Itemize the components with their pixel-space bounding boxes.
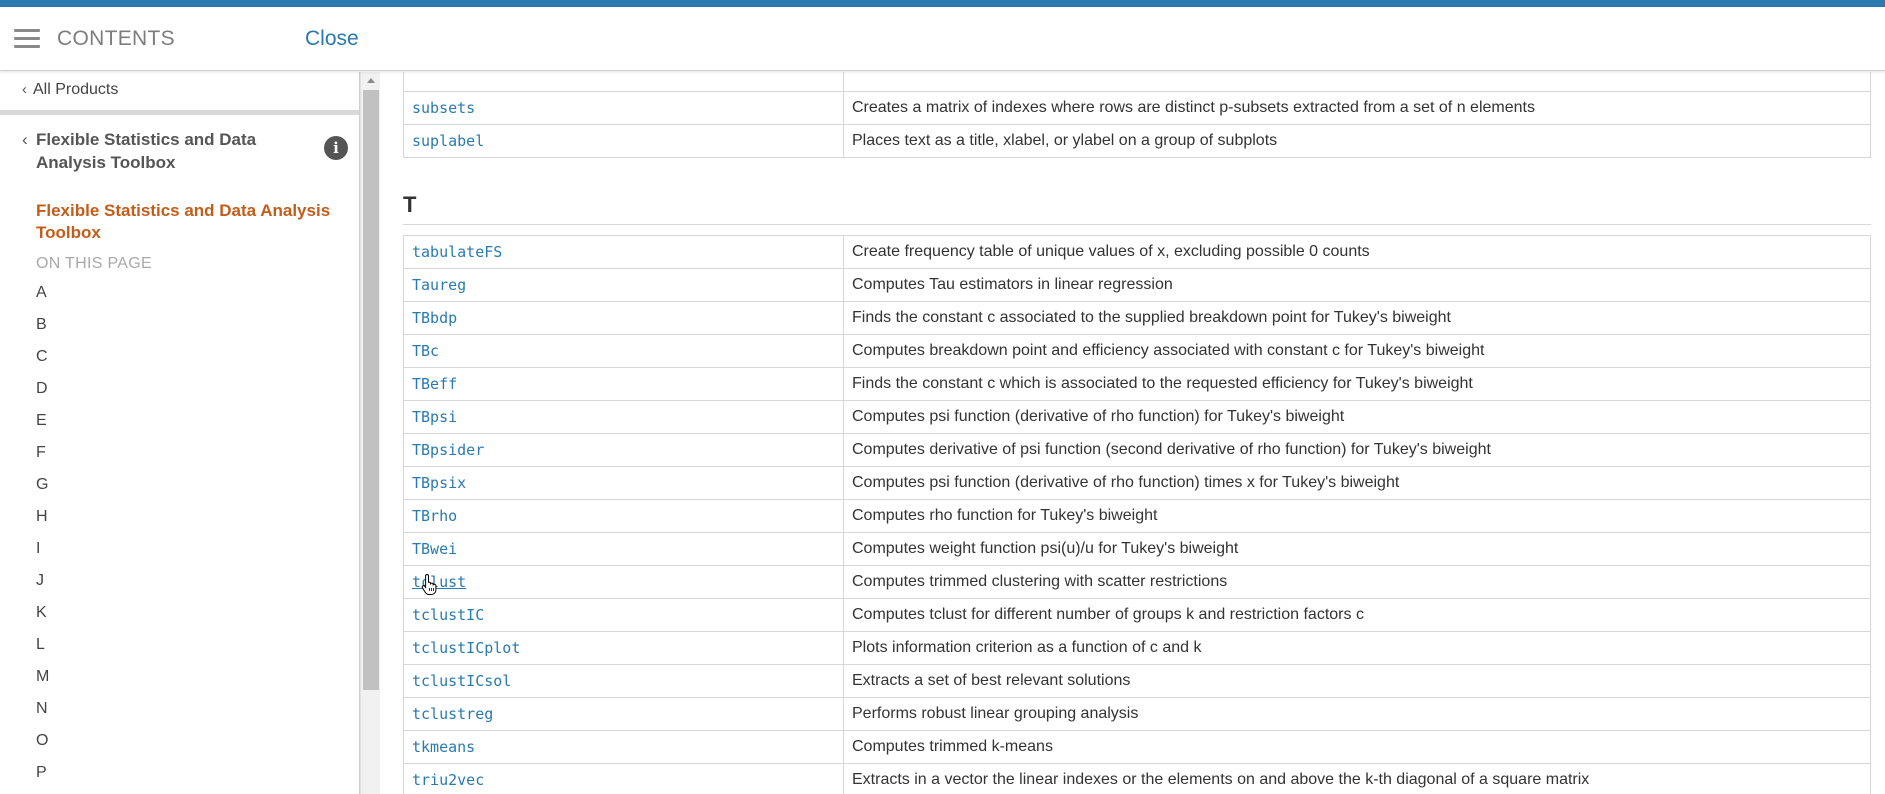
letter-link-c[interactable]: C: [36, 346, 49, 378]
letter-link-i[interactable]: I: [36, 538, 49, 570]
function-description: Extracts in a vector the linear indexes …: [843, 763, 1871, 794]
function-description: Computes trimmed clustering with scatter…: [843, 565, 1871, 599]
letter-link-a[interactable]: A: [36, 282, 49, 314]
letter-index: A B C D E F G H I J K L M N O P: [36, 282, 49, 794]
function-link[interactable]: TBeff: [412, 375, 457, 393]
function-description: Creates a matrix of indexes where rows a…: [843, 91, 1871, 125]
table-row: TBwei Computes weight function psi(u)/u f…: [403, 532, 1871, 566]
letter-link-e[interactable]: E: [36, 410, 49, 442]
info-icon[interactable]: i: [324, 136, 348, 160]
table-row: tabulateFS Create frequency table of uniq…: [403, 235, 1871, 269]
letter-link-h[interactable]: H: [36, 506, 49, 538]
function-description: Computes tclust for different number of …: [843, 598, 1871, 632]
toolbox-heading-label: Flexible Statistics and Data Analysis To…: [36, 130, 257, 172]
contents-title: CONTENTS: [57, 27, 175, 50]
letter-link-d[interactable]: D: [36, 378, 49, 410]
hamburger-menu-icon[interactable]: [14, 29, 40, 49]
function-description: Computes breakdown point and efficiency …: [843, 334, 1871, 368]
function-description: Computes Tau estimators in linear regres…: [843, 268, 1871, 302]
table-row: [403, 72, 1871, 92]
header: CONTENTS Close: [0, 7, 1885, 71]
function-link[interactable]: TBpsi: [412, 408, 457, 426]
sidebar-divider: [0, 110, 359, 115]
close-link[interactable]: Close: [305, 27, 359, 51]
function-description: Plots information criterion as a functio…: [843, 631, 1871, 665]
table-row: tkmeans Computes trimmed k-means: [403, 730, 1871, 764]
letter-link-g[interactable]: G: [36, 474, 49, 506]
all-products-link[interactable]: ‹ All Products: [22, 81, 118, 99]
function-description: Extracts a set of best relevant solution…: [843, 664, 1871, 698]
function-description: Computes psi function (derivative of rho…: [843, 400, 1871, 434]
toolbox-heading-link[interactable]: ‹ Flexible Statistics and Data Analysis …: [22, 128, 302, 174]
function-description: Create frequency table of unique values …: [843, 235, 1871, 269]
function-description: Computes rho function for Tukey's biweig…: [843, 499, 1871, 533]
letter-link-f[interactable]: F: [36, 442, 49, 474]
function-link[interactable]: TBwei: [412, 540, 457, 558]
all-products-label: All Products: [33, 81, 119, 98]
function-link[interactable]: tclustICplot: [412, 639, 520, 657]
function-table-s: subsets Creates a matrix of indexes wher…: [403, 72, 1871, 158]
letter-link-j[interactable]: J: [36, 570, 49, 602]
table-row: Taureg Computes Tau estimators in linear …: [403, 268, 1871, 302]
main-content: subsets Creates a matrix of indexes wher…: [380, 72, 1885, 794]
letter-link-l[interactable]: L: [36, 634, 49, 666]
scrollbar-thumb[interactable]: [363, 90, 379, 690]
on-this-page-label: ON THIS PAGE: [36, 255, 152, 272]
function-link[interactable]: TBrho: [412, 507, 457, 525]
function-description: Computes weight function psi(u)/u for Tu…: [843, 532, 1871, 566]
table-row: tclustICsol Extracts a set of best releva…: [403, 664, 1871, 698]
function-description: [843, 72, 1871, 92]
function-link[interactable]: triu2vec: [412, 771, 484, 789]
table-row: subsets Creates a matrix of indexes wher…: [403, 91, 1871, 125]
section-heading-t: T: [403, 192, 1871, 225]
function-link[interactable]: tclustreg: [412, 705, 493, 723]
letter-link-n[interactable]: N: [36, 698, 49, 730]
function-link[interactable]: tclustICsol: [412, 672, 511, 690]
table-row: triu2vec Extracts in a vector the linear …: [403, 763, 1871, 794]
function-link[interactable]: TBpsix: [412, 474, 466, 492]
table-row: TBeff Finds the constant c which is assoc…: [403, 367, 1871, 401]
function-description: Places text as a title, xlabel, or ylabe…: [843, 124, 1871, 158]
table-row: tclustICplot Plots information criterion …: [403, 631, 1871, 665]
table-row: TBbdp Finds the constant c associated to …: [403, 301, 1871, 335]
current-page-label: Flexible Statistics and Data Analysis To…: [36, 201, 331, 242]
letter-link-o[interactable]: O: [36, 730, 49, 762]
function-description: Computes psi function (derivative of rho…: [843, 466, 1871, 500]
table-row: TBpsi Computes psi function (derivative o…: [403, 400, 1871, 434]
function-description: Computes trimmed k-means: [843, 730, 1871, 764]
function-link[interactable]: tclustIC: [412, 606, 484, 624]
function-link-hovered[interactable]: tclust: [412, 573, 466, 591]
function-description: Finds the constant c associated to the s…: [843, 301, 1871, 335]
function-description: Finds the constant c which is associated…: [843, 367, 1871, 401]
function-link[interactable]: TBc: [412, 342, 439, 360]
table-row: TBpsider Computes derivative of psi funct…: [403, 433, 1871, 467]
function-description: Computes derivative of psi function (sec…: [843, 433, 1871, 467]
function-link[interactable]: tkmeans: [412, 738, 475, 756]
letter-link-k[interactable]: K: [36, 602, 49, 634]
chevron-left-icon: ‹: [22, 81, 27, 98]
function-link[interactable]: TBbdp: [412, 309, 457, 327]
table-row: tclust Computes trimmed clustering with s…: [403, 565, 1871, 599]
sidebar-scrollbar[interactable]: [360, 72, 380, 794]
function-link[interactable]: subsets: [412, 99, 475, 117]
letter-link-m[interactable]: M: [36, 666, 49, 698]
function-link[interactable]: suplabel: [412, 132, 484, 150]
table-row: suplabel Places text as a title, xlabel,…: [403, 124, 1871, 158]
table-row: tclustIC Computes tclust for different nu…: [403, 598, 1871, 632]
function-link[interactable]: TBpsider: [412, 441, 484, 459]
table-row: TBpsix Computes psi function (derivative …: [403, 466, 1871, 500]
scroll-up-arrow-icon[interactable]: [367, 78, 375, 83]
chevron-left-icon: ‹: [22, 130, 28, 149]
function-link[interactable]: Taureg: [412, 276, 466, 294]
function-table-t: tabulateFS Create frequency table of uniq…: [403, 235, 1871, 794]
table-row: tclustreg Performs robust linear grouping…: [403, 697, 1871, 731]
table-row: TBc Computes breakdown point and efficien…: [403, 334, 1871, 368]
function-link[interactable]: tabulateFS: [412, 243, 502, 261]
letter-link-p[interactable]: P: [36, 762, 49, 794]
top-accent-bar: [0, 0, 1885, 7]
table-row: TBrho Computes rho function for Tukey's b…: [403, 499, 1871, 533]
function-description: Performs robust linear grouping analysis: [843, 697, 1871, 731]
letter-link-b[interactable]: B: [36, 314, 49, 346]
sidebar: ‹ All Products ‹ Flexible Statistics and …: [0, 72, 360, 794]
